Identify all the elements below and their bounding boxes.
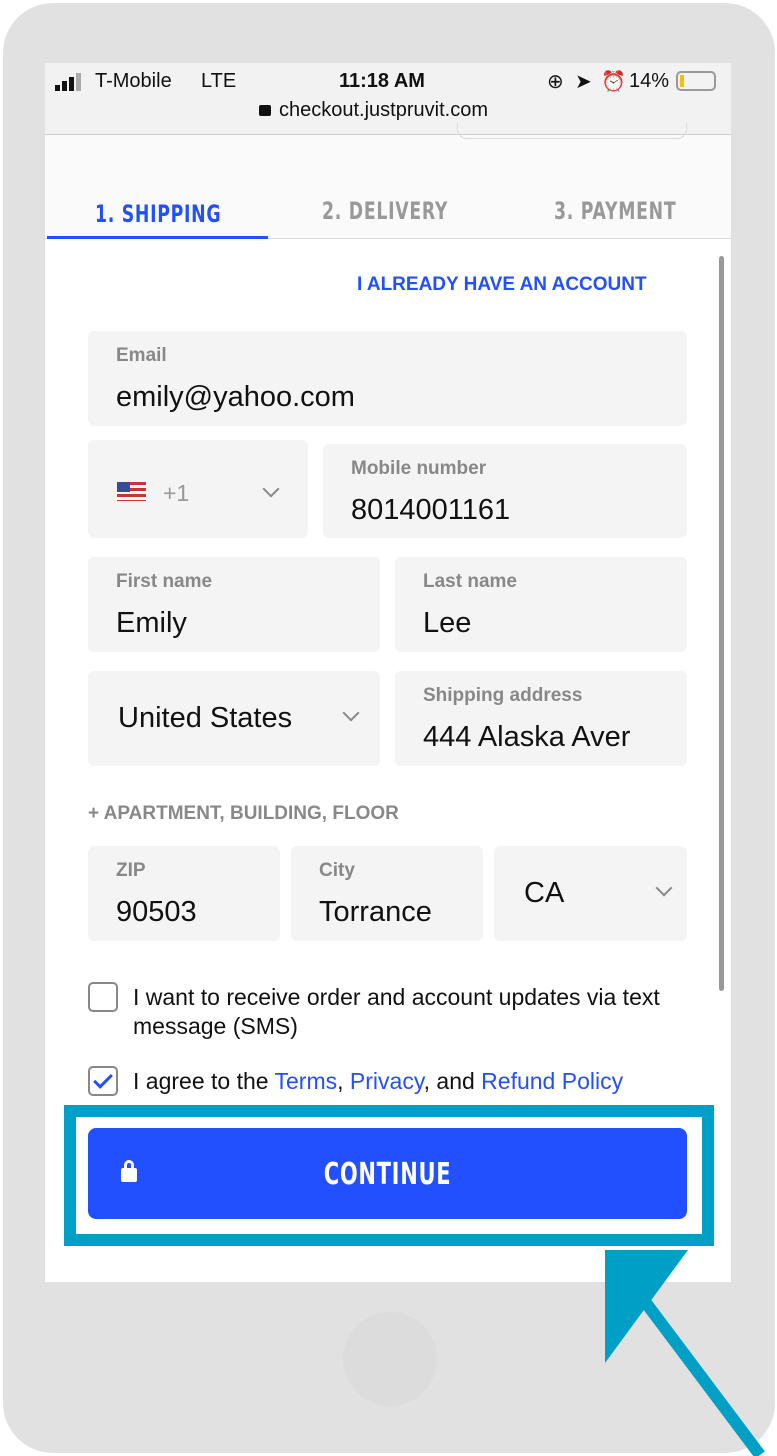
- first-name-value: Emily: [116, 607, 187, 639]
- scrollbar[interactable]: [719, 256, 724, 991]
- privacy-link[interactable]: Privacy: [350, 1068, 424, 1094]
- separator: , and: [423, 1068, 482, 1094]
- state-value: CA: [524, 877, 565, 909]
- orientation-lock-icon: ⊕: [547, 71, 564, 93]
- active-tab-underline: [47, 236, 268, 239]
- chevron-down-icon: [342, 704, 360, 722]
- network: LTE: [201, 70, 237, 92]
- last-name-label: Last name: [423, 571, 517, 592]
- country-code-value: +1: [163, 480, 190, 506]
- last-name-value: Lee: [423, 607, 472, 639]
- terms-link[interactable]: Terms: [275, 1068, 338, 1094]
- agree-checkbox-label: I agree to the Terms, Privacy, and Refun…: [133, 1067, 623, 1096]
- email-value: emily@yahoo.com: [116, 381, 355, 413]
- home-button: [343, 1312, 437, 1406]
- already-have-account-link[interactable]: I ALREADY HAVE AN ACCOUNT: [357, 274, 647, 296]
- country-select[interactable]: United States: [88, 671, 380, 766]
- first-name-field[interactable]: First name Emily: [88, 557, 380, 652]
- chevron-down-icon: [655, 879, 673, 897]
- time: 11:18 AM: [339, 70, 425, 92]
- battery-icon: [676, 71, 716, 91]
- agree-prefix: I agree to the: [133, 1068, 275, 1094]
- email-label: Email: [116, 345, 167, 366]
- country-value: United States: [118, 702, 293, 734]
- battery-percent: 14%: [629, 70, 670, 92]
- add-apartment-link[interactable]: + APARTMENT, BUILDING, FLOOR: [88, 803, 399, 825]
- checkmark-icon: [93, 1069, 113, 1089]
- zip-field[interactable]: ZIP 90503: [88, 846, 280, 941]
- carrier: T-Mobile: [95, 70, 172, 92]
- screen: T-Mobile LTE 11:18 AM ⊕ ➤ ⏰ 14% checkout…: [45, 63, 731, 1282]
- last-name-field[interactable]: Last name Lee: [395, 557, 687, 652]
- tab-shipping[interactable]: 1. SHIPPING: [95, 200, 221, 228]
- mobile-value: 8014001161: [351, 494, 511, 526]
- sms-checkbox-label: I want to receive order and account upda…: [133, 984, 660, 1039]
- country-code-select[interactable]: +1: [88, 440, 308, 538]
- sms-checkbox[interactable]: [88, 982, 118, 1012]
- mobile-number-field[interactable]: Mobile number 8014001161: [323, 444, 687, 538]
- highlight-box: [64, 1105, 714, 1246]
- arrow-pointer-icon: [605, 1250, 765, 1456]
- email-field[interactable]: Email emily@yahoo.com: [88, 331, 687, 426]
- agree-checkbox[interactable]: [88, 1066, 118, 1096]
- tab-delivery[interactable]: 2. DELIVERY: [322, 197, 448, 225]
- alarm-icon: ⏰: [601, 71, 626, 93]
- refund-policy-link[interactable]: Refund Policy: [481, 1068, 623, 1094]
- first-name-label: First name: [116, 571, 213, 592]
- address-label: Shipping address: [423, 685, 583, 706]
- url-bar[interactable]: checkout.justpruvit.com: [279, 99, 488, 122]
- state-select[interactable]: CA: [494, 846, 687, 941]
- zip-value: 90503: [116, 896, 197, 928]
- us-flag-icon: [117, 482, 146, 501]
- shipping-address-field[interactable]: Shipping address 444 Alaska Aver: [395, 671, 687, 766]
- tab-payment[interactable]: 3. PAYMENT: [554, 197, 676, 225]
- lock-icon: [259, 105, 271, 116]
- signal-icon: [55, 73, 85, 91]
- location-icon: ➤: [575, 71, 592, 93]
- mobile-label: Mobile number: [351, 458, 487, 479]
- separator: ,: [337, 1068, 350, 1094]
- city-label: City: [319, 860, 355, 881]
- city-value: Torrance: [319, 896, 432, 928]
- address-value: 444 Alaska Aver: [423, 721, 631, 753]
- city-field[interactable]: City Torrance: [291, 846, 483, 941]
- zip-label: ZIP: [116, 860, 146, 881]
- chevron-down-icon: [262, 480, 280, 498]
